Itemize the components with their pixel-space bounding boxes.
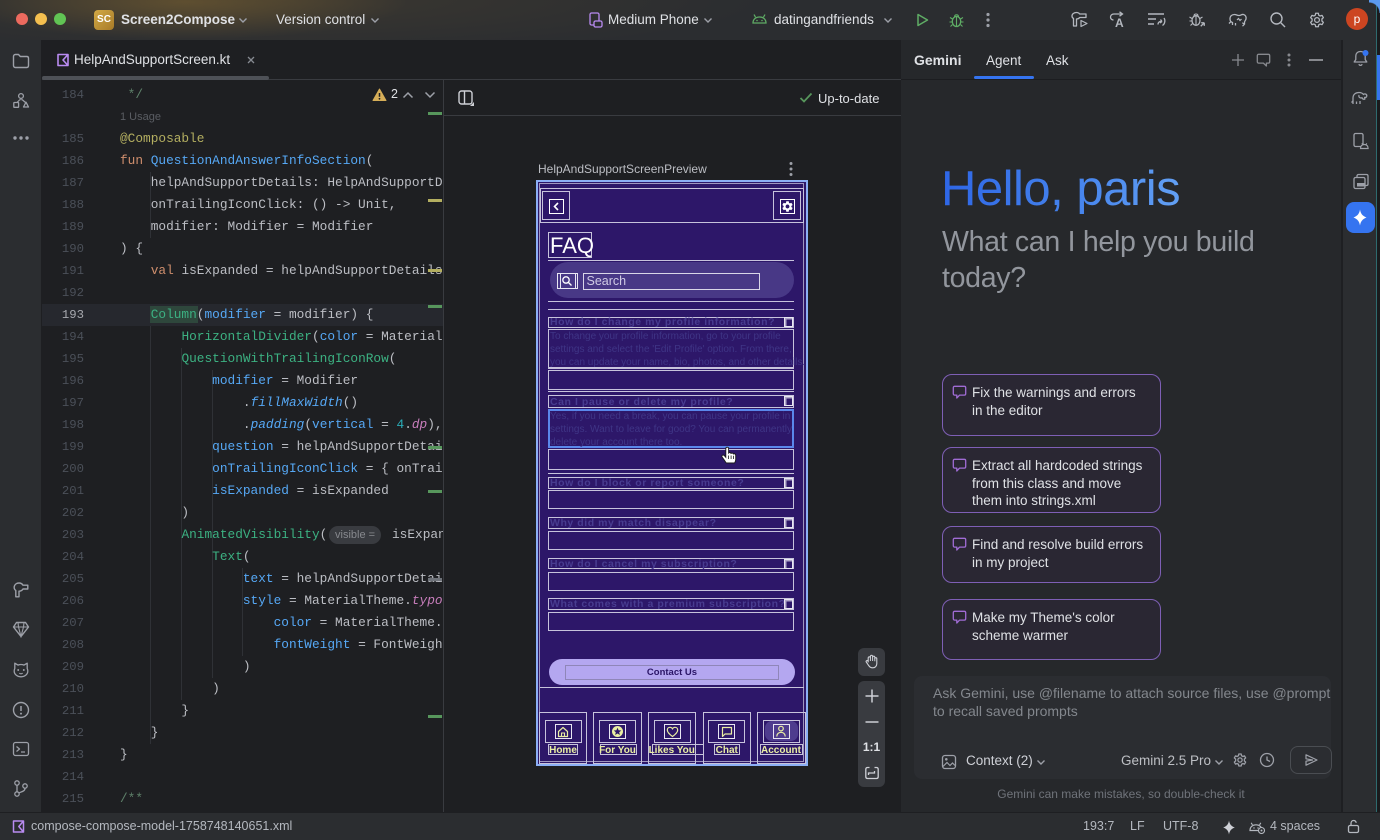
svg-text:A: A xyxy=(1115,16,1124,29)
